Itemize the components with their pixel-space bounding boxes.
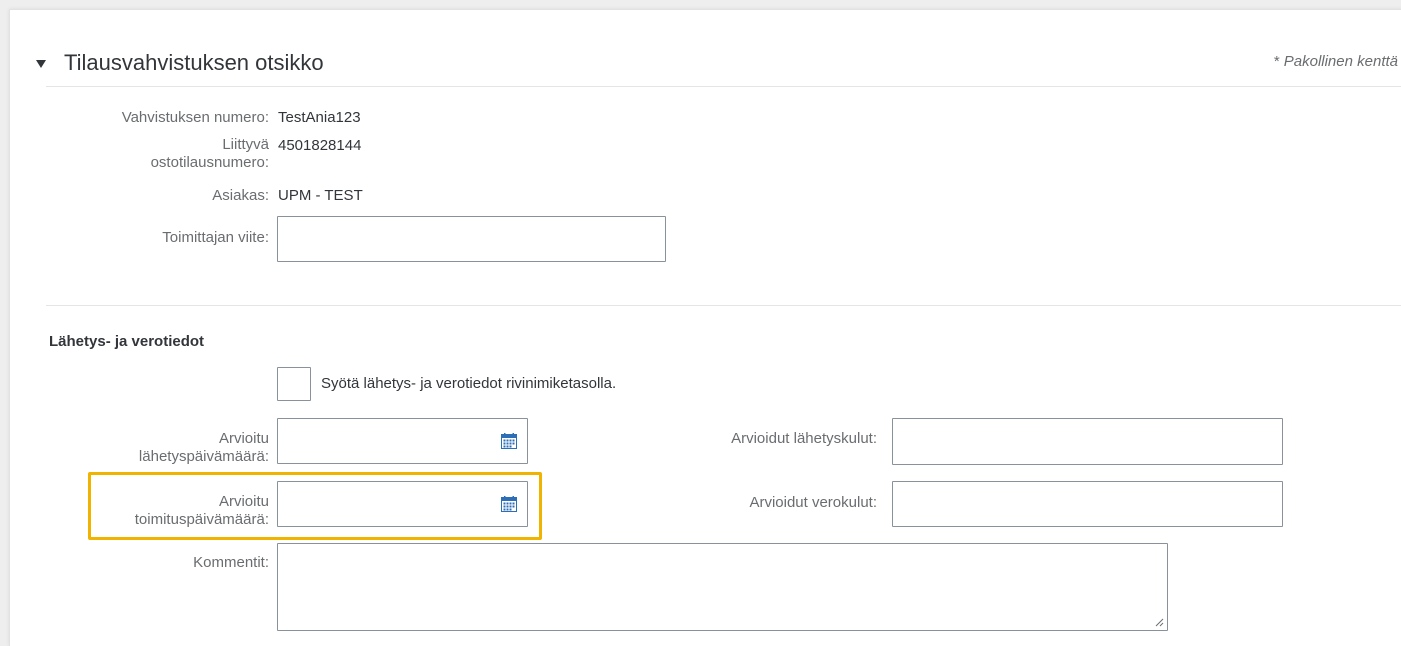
required-star: * (1273, 53, 1280, 70)
related-po-label: Liittyvä ostotilausnumero: (49, 136, 269, 172)
collapse-triangle-icon[interactable] (36, 60, 46, 68)
calendar-icon[interactable] (501, 496, 517, 512)
confirmation-number-label: Vahvistuksen numero: (121, 109, 269, 126)
tax-cost-field[interactable] (892, 481, 1283, 527)
delivery-date-label-line2: toimituspäivämäärä: (134, 511, 269, 528)
section-header: Tilausvahvistuksen otsikko (36, 50, 324, 76)
comments-field[interactable] (277, 543, 1168, 631)
line-level-checkbox-label[interactable]: Syötä lähetys- ja verotiedot rivinimiket… (321, 375, 616, 392)
ship-date-label: Arvioitu lähetyspäivämäärä: (49, 430, 269, 466)
header-divider (46, 86, 1401, 87)
shipping-cost-input[interactable] (893, 419, 1282, 464)
section-title: Tilausvahvistuksen otsikko (64, 50, 324, 75)
calendar-icon[interactable] (501, 433, 517, 449)
confirmation-number-value: TestAnia123 (278, 109, 361, 126)
shipping-cost-label: Arvioidut lähetyskulut: (731, 430, 877, 447)
shipping-cost-field[interactable] (892, 418, 1283, 465)
customer-label: Asiakas: (212, 187, 269, 204)
tax-cost-input[interactable] (893, 482, 1282, 526)
ship-date-field[interactable] (277, 418, 528, 464)
delivery-date-field[interactable] (277, 481, 528, 527)
delivery-date-label-line1: Arvioitu (218, 493, 269, 510)
ship-date-label-line2: lähetyspäivämäärä: (138, 448, 269, 465)
order-confirmation-header-card: Tilausvahvistuksen otsikko * Pakollinen k… (9, 9, 1401, 646)
supplier-reference-field[interactable] (277, 216, 666, 262)
delivery-date-label: Arvioitu toimituspäivämäärä: (49, 493, 269, 529)
section-divider (46, 305, 1401, 306)
line-level-checkbox[interactable] (277, 367, 311, 401)
supplier-reference-label: Toimittajan viite: (162, 229, 269, 246)
required-field-note: * Pakollinen kenttä (1274, 53, 1398, 70)
supplier-reference-input[interactable] (278, 217, 665, 261)
shipping-tax-heading: Lähetys- ja verotiedot (49, 333, 205, 350)
ship-date-label-line1: Arvioitu (218, 430, 269, 447)
comments-textarea[interactable] (278, 544, 1167, 630)
customer-value: UPM - TEST (278, 187, 363, 204)
delivery-date-input[interactable] (278, 482, 527, 526)
ship-date-input[interactable] (278, 419, 527, 463)
related-po-label-line1: Liittyvä (222, 136, 269, 153)
related-po-label-line2: ostotilausnumero: (150, 154, 269, 171)
required-note-text: Pakollinen kenttä (1283, 53, 1398, 70)
related-po-value: 4501828144 (278, 137, 362, 154)
tax-cost-label: Arvioidut verokulut: (749, 494, 877, 511)
comments-label: Kommentit: (193, 554, 269, 571)
